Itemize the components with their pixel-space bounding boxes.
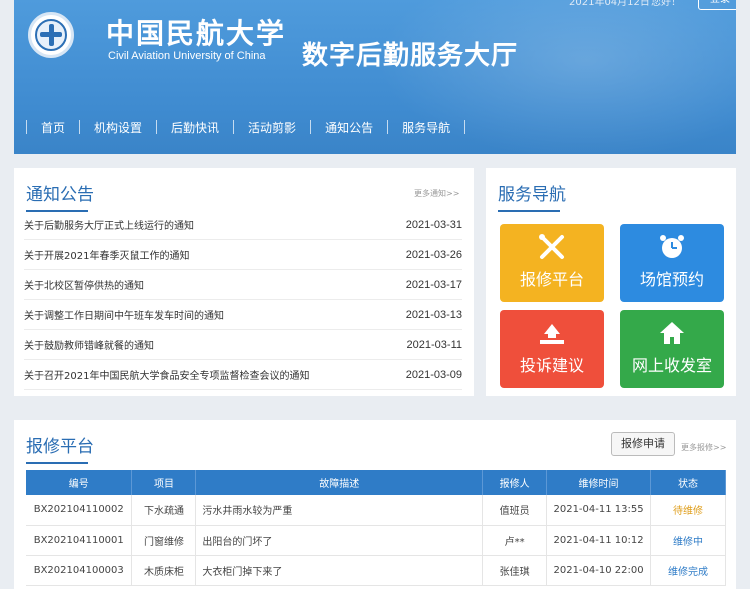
column-header-item: 项目 [131, 470, 197, 495]
notice-item-title[interactable]: 关于开展2021年春季灭鼠工作的通知 [24, 247, 189, 262]
cell-id: BX202104110001 [26, 525, 133, 556]
complaint-tile[interactable]: 投诉建议 [500, 310, 604, 388]
cell-id: BX202104100003 [26, 555, 133, 586]
notice-item-title[interactable]: 关于调整工作日期间中午班车发车时间的通知 [24, 307, 224, 322]
repair-title: 报修平台 [26, 432, 94, 464]
notice-item-title[interactable]: 关于北校区暂停供热的通知 [24, 277, 144, 292]
university-seal-logo[interactable] [28, 12, 74, 58]
notice-item-title[interactable]: 关于鼓励教师错峰就餐的通知 [24, 337, 154, 352]
cell-reporter: 张佳琪 [482, 555, 548, 586]
main-nav: 首页 机构设置 后勤快讯 活动剪影 通知公告 服务导航 [14, 112, 736, 142]
notice-item-title[interactable]: 关于后勤服务大厅正式上线运行的通知 [24, 217, 194, 232]
nav-item-organization[interactable]: 机构设置 [80, 119, 156, 136]
notice-item-date: 2021-03-17 [405, 278, 462, 291]
cell-reporter: 卢** [482, 525, 548, 556]
notice-item-date: 2021-03-09 [405, 368, 462, 381]
table-row[interactable]: BX202104110002 下水疏通 污水井雨水较为严重 值班员 2021-0… [26, 495, 726, 526]
cell-reporter: 值班员 [482, 495, 548, 526]
table-header-row: 编号 项目 故障描述 报修人 维修时间 状态 [26, 470, 726, 495]
nav-item-services[interactable]: 服务导航 [388, 119, 464, 136]
notice-item[interactable]: 关于召开2021年中国民航大学食品安全专项监督检查会议的通知 2021-03-0… [24, 360, 462, 390]
login-button[interactable]: 登录 [698, 0, 736, 10]
notice-item[interactable]: 关于鼓励教师错峰就餐的通知 2021-03-11 [24, 330, 462, 360]
cell-description: 大衣柜门掉下来了 [195, 555, 484, 586]
repair-apply-button[interactable]: 报修申请 [611, 432, 675, 456]
alarm-clock-icon [660, 235, 684, 258]
notice-title: 通知公告 [26, 180, 94, 212]
notice-item[interactable]: 关于开展2021年春季灭鼠工作的通知 2021-03-26 [24, 240, 462, 270]
feedback-icon [540, 324, 564, 344]
notice-item[interactable]: 关于后勤服务大厅正式上线运行的通知 2021-03-31 [24, 210, 462, 240]
cell-status: 维修完成 [650, 555, 726, 586]
tile-label: 场馆预约 [639, 270, 704, 289]
nav-item-notices[interactable]: 通知公告 [311, 119, 387, 136]
school-name-en: Civil Aviation University of China [108, 50, 266, 62]
cell-item: 门窗维修 [131, 525, 197, 556]
notice-list: 关于后勤服务大厅正式上线运行的通知 2021-03-31 关于开展2021年春季… [24, 210, 462, 390]
service-nav-panel: 服务导航 报修平台 场馆预约 投诉建议 网上收发室 [486, 168, 736, 396]
site-title: 数字后勤服务大厅 [302, 41, 519, 71]
nav-divider [464, 120, 466, 134]
home-icon [660, 322, 684, 344]
notice-more-link[interactable]: 更多通知>> [414, 188, 459, 199]
column-header-time: 维修时间 [546, 470, 652, 495]
notice-panel: 通知公告 更多通知>> 关于后勤服务大厅正式上线运行的通知 2021-03-31… [14, 168, 474, 396]
tile-label: 报修平台 [519, 270, 584, 289]
table-row[interactable]: BX202104110001 门窗维修 出阳台的门坏了 卢** 2021-04-… [26, 525, 726, 556]
cell-status: 维修中 [650, 525, 726, 556]
table-row[interactable]: BX202104100003 木质床柜 大衣柜门掉下来了 张佳琪 2021-04… [26, 555, 726, 586]
nav-item-home[interactable]: 首页 [27, 119, 79, 136]
notice-item[interactable]: 关于北校区暂停供热的通知 2021-03-17 [24, 270, 462, 300]
notice-item-date: 2021-03-11 [406, 338, 462, 351]
tile-label: 网上收发室 [631, 356, 712, 375]
cell-time: 2021-04-11 10:12 [546, 525, 652, 556]
column-header-description: 故障描述 [195, 470, 484, 495]
column-header-reporter: 报修人 [482, 470, 548, 495]
venue-booking-tile[interactable]: 场馆预约 [620, 224, 724, 302]
notice-item-date: 2021-03-31 [405, 218, 462, 231]
cell-description: 出阳台的门坏了 [195, 525, 484, 556]
site-header: 中国民航大学 Civil Aviation University of Chin… [14, 0, 736, 154]
notice-item-date: 2021-03-26 [405, 248, 462, 261]
nav-item-news[interactable]: 后勤快讯 [157, 119, 233, 136]
column-header-id: 编号 [26, 470, 133, 495]
notice-item-date: 2021-03-13 [405, 308, 462, 321]
column-header-status: 状态 [650, 470, 726, 495]
user-greeting: 您好！ [651, 0, 681, 8]
service-nav-title: 服务导航 [498, 180, 566, 212]
cell-status: 待维修 [650, 495, 726, 526]
notice-item[interactable]: 关于调整工作日期间中午班车发车时间的通知 2021-03-13 [24, 300, 462, 330]
cell-description: 污水井雨水较为严重 [195, 495, 484, 526]
nav-item-activities[interactable]: 活动剪影 [234, 119, 310, 136]
cell-id: BX202104110002 [26, 495, 133, 526]
current-date: 2021年04月12日 [569, 0, 650, 8]
airplane-body-icon [49, 24, 54, 46]
cell-time: 2021-04-11 13:55 [546, 495, 652, 526]
cell-time: 2021-04-10 22:00 [546, 555, 652, 586]
school-name-cn: 中国民航大学 [106, 17, 287, 50]
mailroom-tile[interactable]: 网上收发室 [620, 310, 724, 388]
tile-label: 投诉建议 [519, 356, 584, 375]
repair-more-link[interactable]: 更多报修>> [681, 442, 726, 453]
repair-platform-tile[interactable]: 报修平台 [500, 224, 604, 302]
cell-item: 木质床柜 [131, 555, 197, 586]
repair-table: 编号 项目 故障描述 报修人 维修时间 状态 BX202104110002 下水… [26, 470, 726, 586]
notice-item-title[interactable]: 关于召开2021年中国民航大学食品安全专项监督检查会议的通知 [24, 367, 309, 382]
cell-item: 下水疏通 [131, 495, 197, 526]
nav-divider [387, 120, 389, 134]
tools-icon [539, 234, 564, 259]
repair-panel: 报修平台 报修申请 更多报修>> 编号 项目 故障描述 报修人 维修时间 状态 … [14, 420, 736, 589]
